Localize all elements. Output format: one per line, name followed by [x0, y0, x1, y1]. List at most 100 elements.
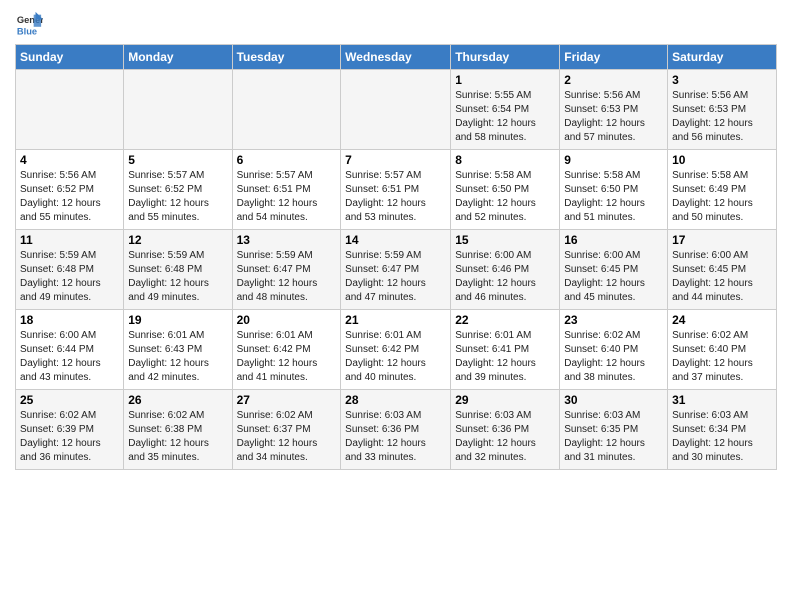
calendar-cell: 30 Sunrise: 6:03 AM Sunset: 6:35 PM Dayli… — [560, 390, 668, 470]
calendar-cell: 10Sunrise: 5:58 AM Sunset: 6:49 PM Dayli… — [668, 150, 777, 230]
day-number: 24 — [672, 313, 772, 327]
day-number: 10 — [672, 153, 772, 167]
calendar-cell: 7 Sunrise: 5:57 AM Sunset: 6:51 PM Daylig… — [341, 150, 451, 230]
calendar-header: SundayMondayTuesdayWednesdayThursdayFrid… — [16, 45, 777, 70]
cell-info: Sunrise: 6:01 AM Sunset: 6:42 PM Dayligh… — [237, 329, 337, 385]
calendar-cell: 29 Sunrise: 6:03 AM Sunset: 6:36 PM Dayli… — [451, 390, 560, 470]
day-number: 7 — [345, 153, 446, 167]
cell-info: Sunrise: 6:01 AM Sunset: 6:42 PM Dayligh… — [345, 329, 446, 385]
calendar-cell — [124, 70, 232, 150]
day-number: 29 — [455, 393, 555, 407]
day-number: 27 — [237, 393, 337, 407]
calendar-cell: 28 Sunrise: 6:03 AM Sunset: 6:36 PM Dayli… — [341, 390, 451, 470]
calendar-cell: 23 Sunrise: 6:02 AM Sunset: 6:40 PM Dayli… — [560, 310, 668, 390]
day-number: 14 — [345, 233, 446, 247]
calendar-cell: 15 Sunrise: 6:00 AM Sunset: 6:46 PM Dayli… — [451, 230, 560, 310]
cell-info: Sunrise: 5:59 AM Sunset: 6:47 PM Dayligh… — [237, 249, 337, 305]
day-number: 1 — [455, 73, 555, 87]
calendar-cell: 16 Sunrise: 6:00 AM Sunset: 6:45 PM Dayli… — [560, 230, 668, 310]
day-number: 8 — [455, 153, 555, 167]
header-row: SundayMondayTuesdayWednesdayThursdayFrid… — [16, 45, 777, 70]
cell-info: Sunrise: 6:02 AM Sunset: 6:37 PM Dayligh… — [237, 409, 337, 465]
calendar-cell: 26 Sunrise: 6:02 AM Sunset: 6:38 PM Dayli… — [124, 390, 232, 470]
calendar-body: 1Sunrise: 5:55 AM Sunset: 6:54 PM Daylig… — [16, 70, 777, 470]
cell-info: Sunrise: 6:02 AM Sunset: 6:39 PM Dayligh… — [20, 409, 119, 465]
day-number: 5 — [128, 153, 227, 167]
week-row-3: 11 Sunrise: 5:59 AM Sunset: 6:48 PM Dayli… — [16, 230, 777, 310]
cell-info: Sunrise: 5:59 AM Sunset: 6:48 PM Dayligh… — [20, 249, 119, 305]
logo: General Blue — [15, 10, 47, 38]
cell-info: Sunrise: 5:56 AM Sunset: 6:53 PM Dayligh… — [672, 89, 772, 145]
cell-info: Sunrise: 6:02 AM Sunset: 6:40 PM Dayligh… — [564, 329, 663, 385]
header-day-friday: Friday — [560, 45, 668, 70]
day-number: 30 — [564, 393, 663, 407]
calendar-cell: 27 Sunrise: 6:02 AM Sunset: 6:37 PM Dayli… — [232, 390, 341, 470]
calendar-cell: 6Sunrise: 5:57 AM Sunset: 6:51 PM Daylig… — [232, 150, 341, 230]
cell-info: Sunrise: 6:01 AM Sunset: 6:43 PM Dayligh… — [128, 329, 227, 385]
cell-info: Sunrise: 5:58 AM Sunset: 6:50 PM Dayligh… — [455, 169, 555, 225]
calendar-cell: 1Sunrise: 5:55 AM Sunset: 6:54 PM Daylig… — [451, 70, 560, 150]
week-row-5: 25 Sunrise: 6:02 AM Sunset: 6:39 PM Dayli… — [16, 390, 777, 470]
cell-info: Sunrise: 5:59 AM Sunset: 6:48 PM Dayligh… — [128, 249, 227, 305]
cell-info: Sunrise: 6:00 AM Sunset: 6:45 PM Dayligh… — [564, 249, 663, 305]
day-number: 18 — [20, 313, 119, 327]
calendar-cell: 17 Sunrise: 6:00 AM Sunset: 6:45 PM Dayli… — [668, 230, 777, 310]
svg-text:Blue: Blue — [17, 26, 37, 36]
day-number: 26 — [128, 393, 227, 407]
cell-info: Sunrise: 6:02 AM Sunset: 6:40 PM Dayligh… — [672, 329, 772, 385]
header-day-sunday: Sunday — [16, 45, 124, 70]
calendar-cell: 3 Sunrise: 5:56 AM Sunset: 6:53 PM Daylig… — [668, 70, 777, 150]
cell-info: Sunrise: 6:03 AM Sunset: 6:35 PM Dayligh… — [564, 409, 663, 465]
week-row-1: 1Sunrise: 5:55 AM Sunset: 6:54 PM Daylig… — [16, 70, 777, 150]
calendar-cell — [341, 70, 451, 150]
day-number: 15 — [455, 233, 555, 247]
day-number: 17 — [672, 233, 772, 247]
calendar-cell: 18Sunrise: 6:00 AM Sunset: 6:44 PM Dayli… — [16, 310, 124, 390]
calendar-table: SundayMondayTuesdayWednesdayThursdayFrid… — [15, 44, 777, 470]
day-number: 23 — [564, 313, 663, 327]
calendar-cell: 12 Sunrise: 5:59 AM Sunset: 6:48 PM Dayli… — [124, 230, 232, 310]
cell-info: Sunrise: 5:57 AM Sunset: 6:52 PM Dayligh… — [128, 169, 227, 225]
calendar-cell: 24 Sunrise: 6:02 AM Sunset: 6:40 PM Dayli… — [668, 310, 777, 390]
calendar-cell: 21Sunrise: 6:01 AM Sunset: 6:42 PM Dayli… — [341, 310, 451, 390]
day-number: 2 — [564, 73, 663, 87]
calendar-cell — [232, 70, 341, 150]
calendar-cell: 4Sunrise: 5:56 AM Sunset: 6:52 PM Daylig… — [16, 150, 124, 230]
calendar-cell: 20Sunrise: 6:01 AM Sunset: 6:42 PM Dayli… — [232, 310, 341, 390]
day-number: 12 — [128, 233, 227, 247]
cell-info: Sunrise: 5:58 AM Sunset: 6:50 PM Dayligh… — [564, 169, 663, 225]
cell-info: Sunrise: 6:03 AM Sunset: 6:36 PM Dayligh… — [345, 409, 446, 465]
week-row-2: 4Sunrise: 5:56 AM Sunset: 6:52 PM Daylig… — [16, 150, 777, 230]
cell-info: Sunrise: 5:59 AM Sunset: 6:47 PM Dayligh… — [345, 249, 446, 305]
day-number: 3 — [672, 73, 772, 87]
logo-icon: General Blue — [15, 10, 43, 38]
calendar-cell: 25 Sunrise: 6:02 AM Sunset: 6:39 PM Dayli… — [16, 390, 124, 470]
cell-info: Sunrise: 6:03 AM Sunset: 6:34 PM Dayligh… — [672, 409, 772, 465]
cell-info: Sunrise: 6:00 AM Sunset: 6:46 PM Dayligh… — [455, 249, 555, 305]
calendar-cell: 9Sunrise: 5:58 AM Sunset: 6:50 PM Daylig… — [560, 150, 668, 230]
calendar-cell: 22 Sunrise: 6:01 AM Sunset: 6:41 PM Dayli… — [451, 310, 560, 390]
header: General Blue — [15, 10, 777, 38]
calendar-cell — [16, 70, 124, 150]
day-number: 22 — [455, 313, 555, 327]
week-row-4: 18Sunrise: 6:00 AM Sunset: 6:44 PM Dayli… — [16, 310, 777, 390]
cell-info: Sunrise: 6:02 AM Sunset: 6:38 PM Dayligh… — [128, 409, 227, 465]
cell-info: Sunrise: 6:01 AM Sunset: 6:41 PM Dayligh… — [455, 329, 555, 385]
cell-info: Sunrise: 5:57 AM Sunset: 6:51 PM Dayligh… — [345, 169, 446, 225]
day-number: 4 — [20, 153, 119, 167]
calendar-cell: 8 Sunrise: 5:58 AM Sunset: 6:50 PM Daylig… — [451, 150, 560, 230]
calendar-cell: 11 Sunrise: 5:59 AM Sunset: 6:48 PM Dayli… — [16, 230, 124, 310]
day-number: 16 — [564, 233, 663, 247]
calendar-cell: 13Sunrise: 5:59 AM Sunset: 6:47 PM Dayli… — [232, 230, 341, 310]
calendar-cell: 2Sunrise: 5:56 AM Sunset: 6:53 PM Daylig… — [560, 70, 668, 150]
cell-info: Sunrise: 6:03 AM Sunset: 6:36 PM Dayligh… — [455, 409, 555, 465]
day-number: 25 — [20, 393, 119, 407]
header-day-monday: Monday — [124, 45, 232, 70]
calendar-cell: 5 Sunrise: 5:57 AM Sunset: 6:52 PM Daylig… — [124, 150, 232, 230]
calendar-cell: 19Sunrise: 6:01 AM Sunset: 6:43 PM Dayli… — [124, 310, 232, 390]
calendar-cell: 14 Sunrise: 5:59 AM Sunset: 6:47 PM Dayli… — [341, 230, 451, 310]
day-number: 28 — [345, 393, 446, 407]
cell-info: Sunrise: 5:57 AM Sunset: 6:51 PM Dayligh… — [237, 169, 337, 225]
cell-info: Sunrise: 6:00 AM Sunset: 6:45 PM Dayligh… — [672, 249, 772, 305]
day-number: 11 — [20, 233, 119, 247]
